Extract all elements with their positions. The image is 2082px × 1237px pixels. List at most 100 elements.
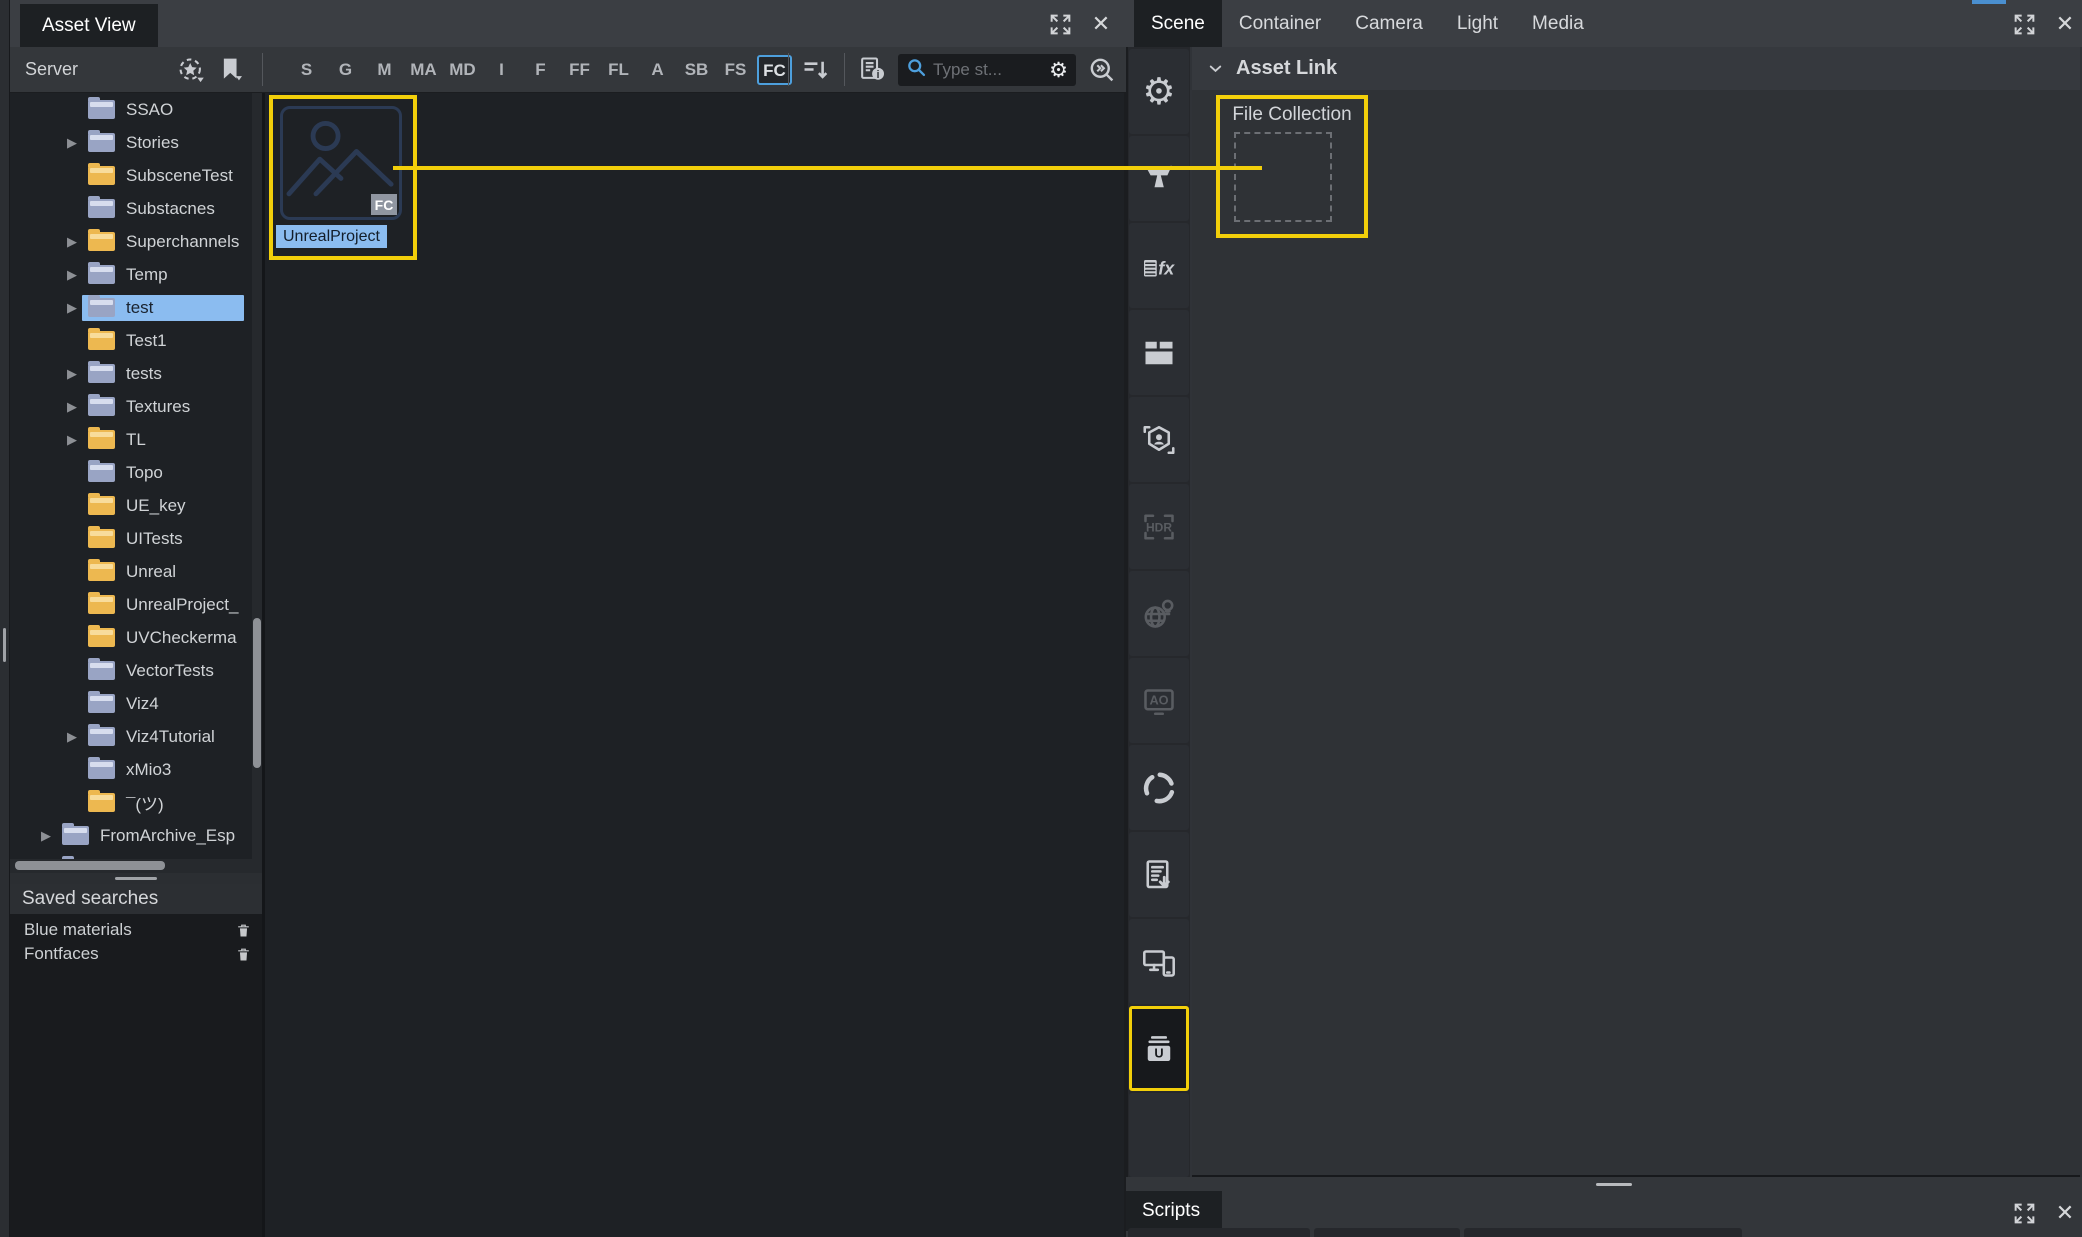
tree-item-ibrahim[interactable]: ▶Ibrahim <box>10 852 250 859</box>
expand-arrow-icon[interactable]: ▶ <box>67 729 82 745</box>
rail-drag-handle[interactable] <box>3 628 6 662</box>
filter-i[interactable]: I <box>482 60 521 80</box>
post-processing-icon[interactable] <box>1129 745 1189 830</box>
splitter-handle[interactable] <box>115 877 157 880</box>
scripts-drag-handle[interactable] <box>1596 1183 1632 1186</box>
tree-horizontal-scrollbar[interactable] <box>10 859 262 873</box>
search-server-icon[interactable] <box>1086 55 1117 84</box>
tab-asset-view[interactable]: Asset View <box>20 4 158 47</box>
tab-media[interactable]: Media <box>1515 0 1601 47</box>
tab-container[interactable]: Container <box>1222 0 1338 47</box>
virtual-studio-icon[interactable] <box>1129 397 1189 482</box>
filter-sb[interactable]: SB <box>677 60 716 80</box>
tree-item-vectortests[interactable]: ▶VectorTests <box>10 654 250 687</box>
expand-arrow-icon[interactable]: ▶ <box>67 366 82 382</box>
filter-fl[interactable]: FL <box>599 60 638 80</box>
folder-icon <box>88 496 115 515</box>
tab-scene[interactable]: Scene <box>1134 0 1222 47</box>
filter-g[interactable]: G <box>326 60 365 80</box>
tree-item-textures[interactable]: ▶Textures <box>10 390 250 423</box>
filter-md[interactable]: MD <box>443 60 482 80</box>
stamp-tool-icon[interactable] <box>1129 136 1189 221</box>
tree-item-fromarchive-esp[interactable]: ▶FromArchive_Esp <box>10 819 250 852</box>
asset-info-icon[interactable]: i <box>856 54 889 85</box>
filter-ma[interactable]: MA <box>404 60 443 80</box>
asset-thumbnail[interactable]: FC <box>280 106 402 220</box>
script-icon[interactable] <box>1129 832 1189 917</box>
settings-gear-icon[interactable]: ⚙ <box>1129 49 1189 134</box>
tree-item-stories[interactable]: ▶Stories <box>10 126 250 159</box>
filter-m[interactable]: M <box>365 60 404 80</box>
filter-f[interactable]: F <box>521 60 560 80</box>
expand-arrow-icon[interactable]: ▶ <box>67 399 82 415</box>
tree-item-unreal[interactable]: ▶Unreal <box>10 555 250 588</box>
saved-search-blue-materials[interactable]: Blue materials <box>10 918 262 942</box>
tree-item-test1[interactable]: ▶Test1 <box>10 324 250 357</box>
scrollbar-thumb[interactable] <box>15 861 165 870</box>
filter-fs[interactable]: FS <box>716 60 755 80</box>
expand-arrow-icon[interactable]: ▶ <box>41 828 56 844</box>
tree-item-item[interactable]: ▶¯(ツ) <box>10 786 250 819</box>
tree-item-uvcheckerma[interactable]: ▶UVCheckerma <box>10 621 250 654</box>
tree-item-ssao[interactable]: ▶SSAO <box>10 93 250 126</box>
tree-item-tl[interactable]: ▶TL <box>10 423 250 456</box>
close-icon[interactable]: ✕ <box>2052 11 2078 37</box>
filter-s[interactable]: S <box>287 60 326 80</box>
tree-item-unrealproject[interactable]: ▶UnrealProject_ <box>10 588 250 621</box>
script-slot[interactable] <box>1128 1228 1310 1237</box>
unreal-asset-link-icon[interactable]: U <box>1129 1006 1189 1091</box>
tree-item-substacnes[interactable]: ▶Substacnes <box>10 192 250 225</box>
tab-light[interactable]: Light <box>1440 0 1515 47</box>
tab-camera[interactable]: Camera <box>1338 0 1440 47</box>
global-illumination-icon[interactable] <box>1129 571 1189 656</box>
expand-arrow-icon[interactable]: ▶ <box>67 432 82 448</box>
expand-arrow-icon[interactable]: ▶ <box>67 267 82 283</box>
close-icon[interactable]: ✕ <box>2052 1200 2078 1226</box>
expand-arrow-icon[interactable]: ▶ <box>67 234 82 250</box>
filter-a[interactable]: A <box>638 60 677 80</box>
filter-fc[interactable]: FC <box>757 55 792 85</box>
asset-link-header[interactable]: Asset Link <box>1192 47 2080 90</box>
close-icon[interactable]: ✕ <box>1088 11 1114 37</box>
tree-item-viz4[interactable]: ▶Viz4 <box>10 687 250 720</box>
chevron-down-icon[interactable] <box>1206 59 1225 83</box>
tree-item-subscenetest[interactable]: ▶SubsceneTest <box>10 159 250 192</box>
tree-item-viz4tutorial[interactable]: ▶Viz4Tutorial <box>10 720 250 753</box>
fullscreen-icon[interactable] <box>2011 11 2037 37</box>
fullscreen-icon[interactable] <box>1047 11 1073 37</box>
devices-icon[interactable] <box>1129 919 1189 1004</box>
tree-item-topo[interactable]: ▶Topo <box>10 456 250 489</box>
trash-icon[interactable] <box>234 920 252 940</box>
search-settings-gear-icon[interactable]: ⚙ <box>1049 60 1068 81</box>
saved-search-fontfaces[interactable]: Fontfaces <box>10 942 262 966</box>
scrollbar-thumb[interactable] <box>253 618 261 768</box>
search-input[interactable] <box>933 60 1043 80</box>
sort-icon[interactable] <box>798 54 833 85</box>
fullscreen-icon[interactable] <box>2011 1200 2037 1226</box>
trash-icon[interactable] <box>234 944 252 964</box>
file-collection-drop-zone[interactable] <box>1234 132 1332 222</box>
tree-item-ue-key[interactable]: ▶UE_key <box>10 489 250 522</box>
ambient-occlusion-icon[interactable]: AO <box>1129 658 1189 743</box>
script-slot[interactable] <box>1314 1228 1460 1237</box>
tab-scripts[interactable]: Scripts <box>1126 1191 1222 1231</box>
folder-icon <box>88 331 115 350</box>
smart-search-icon[interactable] <box>176 55 207 86</box>
filter-ff[interactable]: FF <box>560 60 599 80</box>
video-fx-icon[interactable]: fx <box>1129 223 1189 308</box>
expand-arrow-icon[interactable]: ▶ <box>67 300 82 316</box>
stage-icon[interactable] <box>1129 310 1189 395</box>
bookmark-icon[interactable] <box>216 55 245 84</box>
tree-vertical-scrollbar[interactable] <box>252 93 262 859</box>
search-box[interactable]: ⚙ <box>898 54 1076 86</box>
script-slot[interactable] <box>1464 1228 1742 1237</box>
tree-item-uitests[interactable]: ▶UITests <box>10 522 250 555</box>
tree-saved-splitter[interactable] <box>10 873 262 884</box>
tree-item-superchannels[interactable]: ▶Superchannels <box>10 225 250 258</box>
tree-item-test[interactable]: ▶test <box>10 291 250 324</box>
tree-item-tests[interactable]: ▶tests <box>10 357 250 390</box>
hdr-icon[interactable]: HDR <box>1129 484 1189 569</box>
expand-arrow-icon[interactable]: ▶ <box>67 135 82 151</box>
tree-item-temp[interactable]: ▶Temp <box>10 258 250 291</box>
tree-item-xmio3[interactable]: ▶xMio3 <box>10 753 250 786</box>
